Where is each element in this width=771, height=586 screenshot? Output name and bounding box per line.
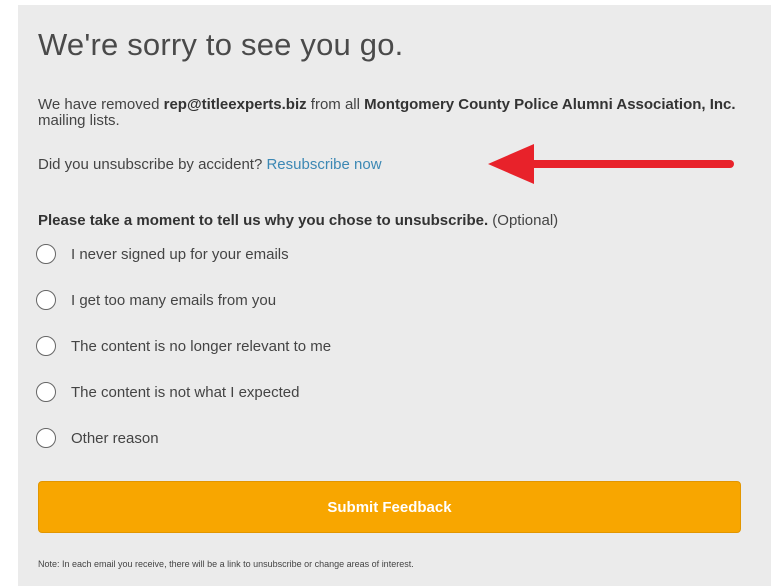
unsubscribe-panel: We're sorry to see you go. We have remov… — [18, 5, 771, 586]
red-arrow-icon — [488, 144, 734, 184]
reason-label: I never signed up for your emails — [71, 245, 289, 263]
question-text: Please take a moment to tell us why you … — [38, 212, 489, 229]
removed-prefix: We have removed — [38, 96, 164, 113]
removed-email: rep@titleexperts.biz — [163, 96, 307, 113]
reason-option-too-many-emails[interactable]: I get too many emails from you — [36, 287, 436, 313]
accident-text: Did you unsubscribe by accident? — [38, 156, 267, 173]
submit-feedback-button[interactable]: Submit Feedback — [38, 481, 741, 533]
reason-option-never-signed-up[interactable]: I never signed up for your emails — [36, 241, 436, 267]
footer-note: Note: In each email you receive, there w… — [38, 559, 414, 569]
reason-label: The content is no longer relevant to me — [71, 337, 332, 355]
radio-button[interactable] — [36, 382, 56, 402]
removed-suffix: mailing lists. — [38, 112, 120, 129]
reason-option-not-expected[interactable]: The content is not what I expected — [36, 379, 436, 405]
radio-button[interactable] — [36, 336, 56, 356]
reason-label: I get too many emails from you — [71, 291, 277, 309]
radio-button[interactable] — [36, 290, 56, 310]
organization-name: Montgomery County Police Alumni Associat… — [364, 96, 736, 113]
reason-label: Other reason — [71, 429, 159, 447]
radio-button[interactable] — [36, 244, 56, 264]
removed-message: We have removed rep@titleexperts.biz fro… — [38, 97, 768, 129]
reason-option-other[interactable]: Other reason — [36, 425, 436, 451]
removed-middle: from all — [306, 96, 365, 113]
optional-label: (Optional) — [488, 212, 559, 229]
radio-button[interactable] — [36, 428, 56, 448]
resubscribe-link[interactable]: Resubscribe now — [266, 156, 381, 173]
feedback-question: Please take a moment to tell us why you … — [38, 212, 558, 229]
page-title: We're sorry to see you go. — [38, 27, 404, 62]
reason-label: The content is not what I expected — [71, 383, 300, 401]
accident-message: Did you unsubscribe by accident? Resubsc… — [38, 156, 382, 173]
reason-option-not-relevant[interactable]: The content is no longer relevant to me — [36, 333, 436, 359]
